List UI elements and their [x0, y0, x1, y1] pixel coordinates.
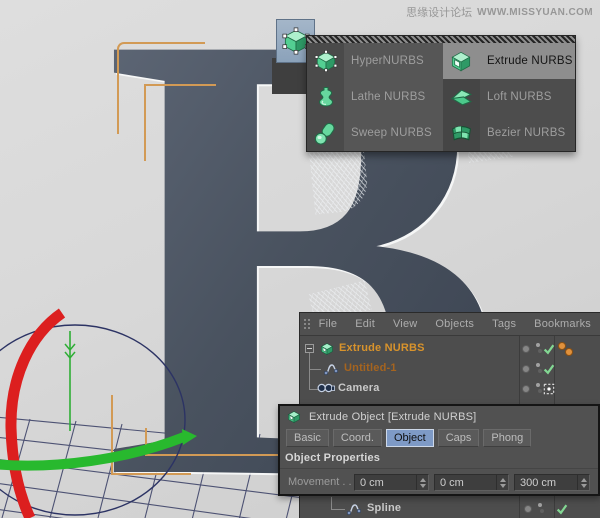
editor-dot[interactable] — [536, 363, 540, 367]
tree-row-extrude-nurbs[interactable]: Extrude NURBS — [300, 339, 600, 359]
menu-item-bezier-nurbs[interactable]: Bezier NURBS — [443, 115, 575, 151]
spinner-arrows[interactable] — [577, 475, 589, 490]
watermark-url: WWW.MISSYUAN.COM — [477, 7, 593, 18]
object-label[interactable]: Camera — [338, 382, 380, 394]
enabled-check-icon[interactable] — [543, 343, 555, 355]
editor-dot[interactable] — [536, 383, 540, 387]
visibility-dot[interactable] — [524, 505, 532, 513]
spline-icon — [323, 361, 339, 377]
loft-nurbs-icon — [449, 85, 474, 110]
visibility-dot[interactable] — [522, 385, 530, 393]
render-dot[interactable] — [538, 369, 542, 373]
attribute-header: Extrude Object [Extrude NURBS] — [280, 406, 598, 428]
extrude-cube-icon — [286, 409, 302, 425]
bezier-nurbs-icon — [449, 121, 474, 146]
sweep-nurbs-icon — [313, 121, 338, 146]
render-dot[interactable] — [540, 509, 544, 513]
render-target-icon[interactable] — [543, 383, 555, 395]
attribute-tabs: Basic Coord. Object Caps Phong — [286, 429, 531, 447]
om-menu-edit[interactable]: Edit — [346, 318, 384, 330]
lathe-nurbs-icon — [314, 85, 338, 109]
green-band-tip — [182, 429, 197, 445]
menu-item-loft-nurbs[interactable]: Loft NURBS — [443, 79, 575, 115]
menu-item-hypernurbs[interactable]: HyperNURBS — [307, 43, 443, 79]
tree-row-camera[interactable]: Camera — [300, 379, 600, 399]
editor-dot[interactable] — [536, 343, 540, 347]
rotation-band-red[interactable] — [11, 313, 62, 518]
movement-x-value[interactable]: 0 cm — [355, 477, 416, 489]
om-menu-objects[interactable]: Objects — [426, 318, 483, 330]
extrude-cube-icon — [319, 341, 335, 357]
movement-y-value[interactable]: 0 cm — [435, 477, 496, 489]
object-label[interactable]: Extrude NURBS — [339, 342, 425, 354]
om-menu-bookmarks[interactable]: Bookmarks — [525, 318, 600, 330]
tab-object[interactable]: Object — [386, 429, 434, 447]
tag-icon-orange[interactable] — [565, 348, 573, 356]
visibility-dot[interactable] — [522, 365, 530, 373]
watermark: 思缘设计论坛 WWW.MISSYUAN.COM — [406, 4, 593, 20]
menu-item-label: HyperNURBS — [344, 55, 424, 67]
menu-item-label: Sweep NURBS — [344, 127, 432, 139]
menu-item-lathe-nurbs[interactable]: Lathe NURBS — [307, 79, 443, 115]
nurbs-popup-menu: HyperNURBS Lathe NURBS Sweep NURBS — [306, 35, 576, 152]
movement-z-value[interactable]: 300 cm — [515, 477, 577, 489]
tab-caps[interactable]: Caps — [438, 429, 480, 447]
object-manager-menubar: File Edit View Objects Tags Bookmarks — [300, 313, 600, 336]
section-object-properties: Object Properties — [285, 452, 380, 464]
render-dot[interactable] — [538, 349, 542, 353]
visibility-dot[interactable] — [522, 345, 530, 353]
tab-coord[interactable]: Coord. — [333, 429, 382, 447]
menu-item-sweep-nurbs[interactable]: Sweep NURBS — [307, 115, 443, 151]
render-dot[interactable] — [538, 389, 542, 393]
menu-item-label: Loft NURBS — [480, 91, 552, 103]
hypernurbs-icon — [313, 48, 339, 74]
c4d-viewport-window: B B 思缘设计论坛 WWW.MISSYUAN.COM — [0, 0, 600, 518]
movement-z-field[interactable]: 300 cm — [514, 474, 590, 491]
menu-drag-handle[interactable] — [307, 36, 575, 43]
tree-row-untitled-1[interactable]: Untitled-1 — [300, 359, 600, 379]
editor-dot[interactable] — [538, 503, 542, 507]
enabled-check-icon[interactable] — [543, 363, 555, 375]
tab-basic[interactable]: Basic — [286, 429, 329, 447]
attribute-title: Extrude Object [Extrude NURBS] — [309, 411, 476, 423]
om-menu-file[interactable]: File — [310, 318, 347, 330]
tab-phong[interactable]: Phong — [483, 429, 531, 447]
section-rule — [280, 468, 598, 469]
expand-collapse-icon[interactable] — [305, 344, 314, 353]
object-label[interactable]: Untitled-1 — [344, 362, 397, 374]
object-label[interactable]: Spline — [367, 502, 401, 514]
spinner-arrows[interactable] — [416, 475, 428, 490]
extrude-nurbs-icon — [448, 48, 474, 74]
enabled-check-icon[interactable] — [556, 503, 568, 515]
spline-icon — [346, 501, 362, 517]
menu-item-label: Bezier NURBS — [480, 127, 565, 139]
spinner-arrows[interactable] — [496, 475, 508, 490]
rotation-band-green[interactable] — [0, 437, 184, 466]
om-menu-tags[interactable]: Tags — [483, 318, 525, 330]
attribute-manager-panel: Extrude Object [Extrude NURBS] Basic Coo… — [278, 404, 600, 496]
panel-grip[interactable] — [303, 318, 310, 331]
menu-item-label: Lathe NURBS — [344, 91, 425, 103]
movement-y-field[interactable]: 0 cm — [434, 474, 509, 491]
om-menu-view[interactable]: View — [384, 318, 426, 330]
tree-row-spline[interactable]: Spline — [300, 499, 600, 518]
menu-item-extrude-nurbs[interactable]: Extrude NURBS — [443, 43, 575, 79]
movement-x-field[interactable]: 0 cm — [354, 474, 429, 491]
watermark-cn: 思缘设计论坛 — [406, 4, 472, 20]
menu-item-label: Extrude NURBS — [480, 55, 573, 67]
camera-icon — [317, 382, 335, 395]
movement-label: Movement . . . . — [288, 476, 364, 488]
